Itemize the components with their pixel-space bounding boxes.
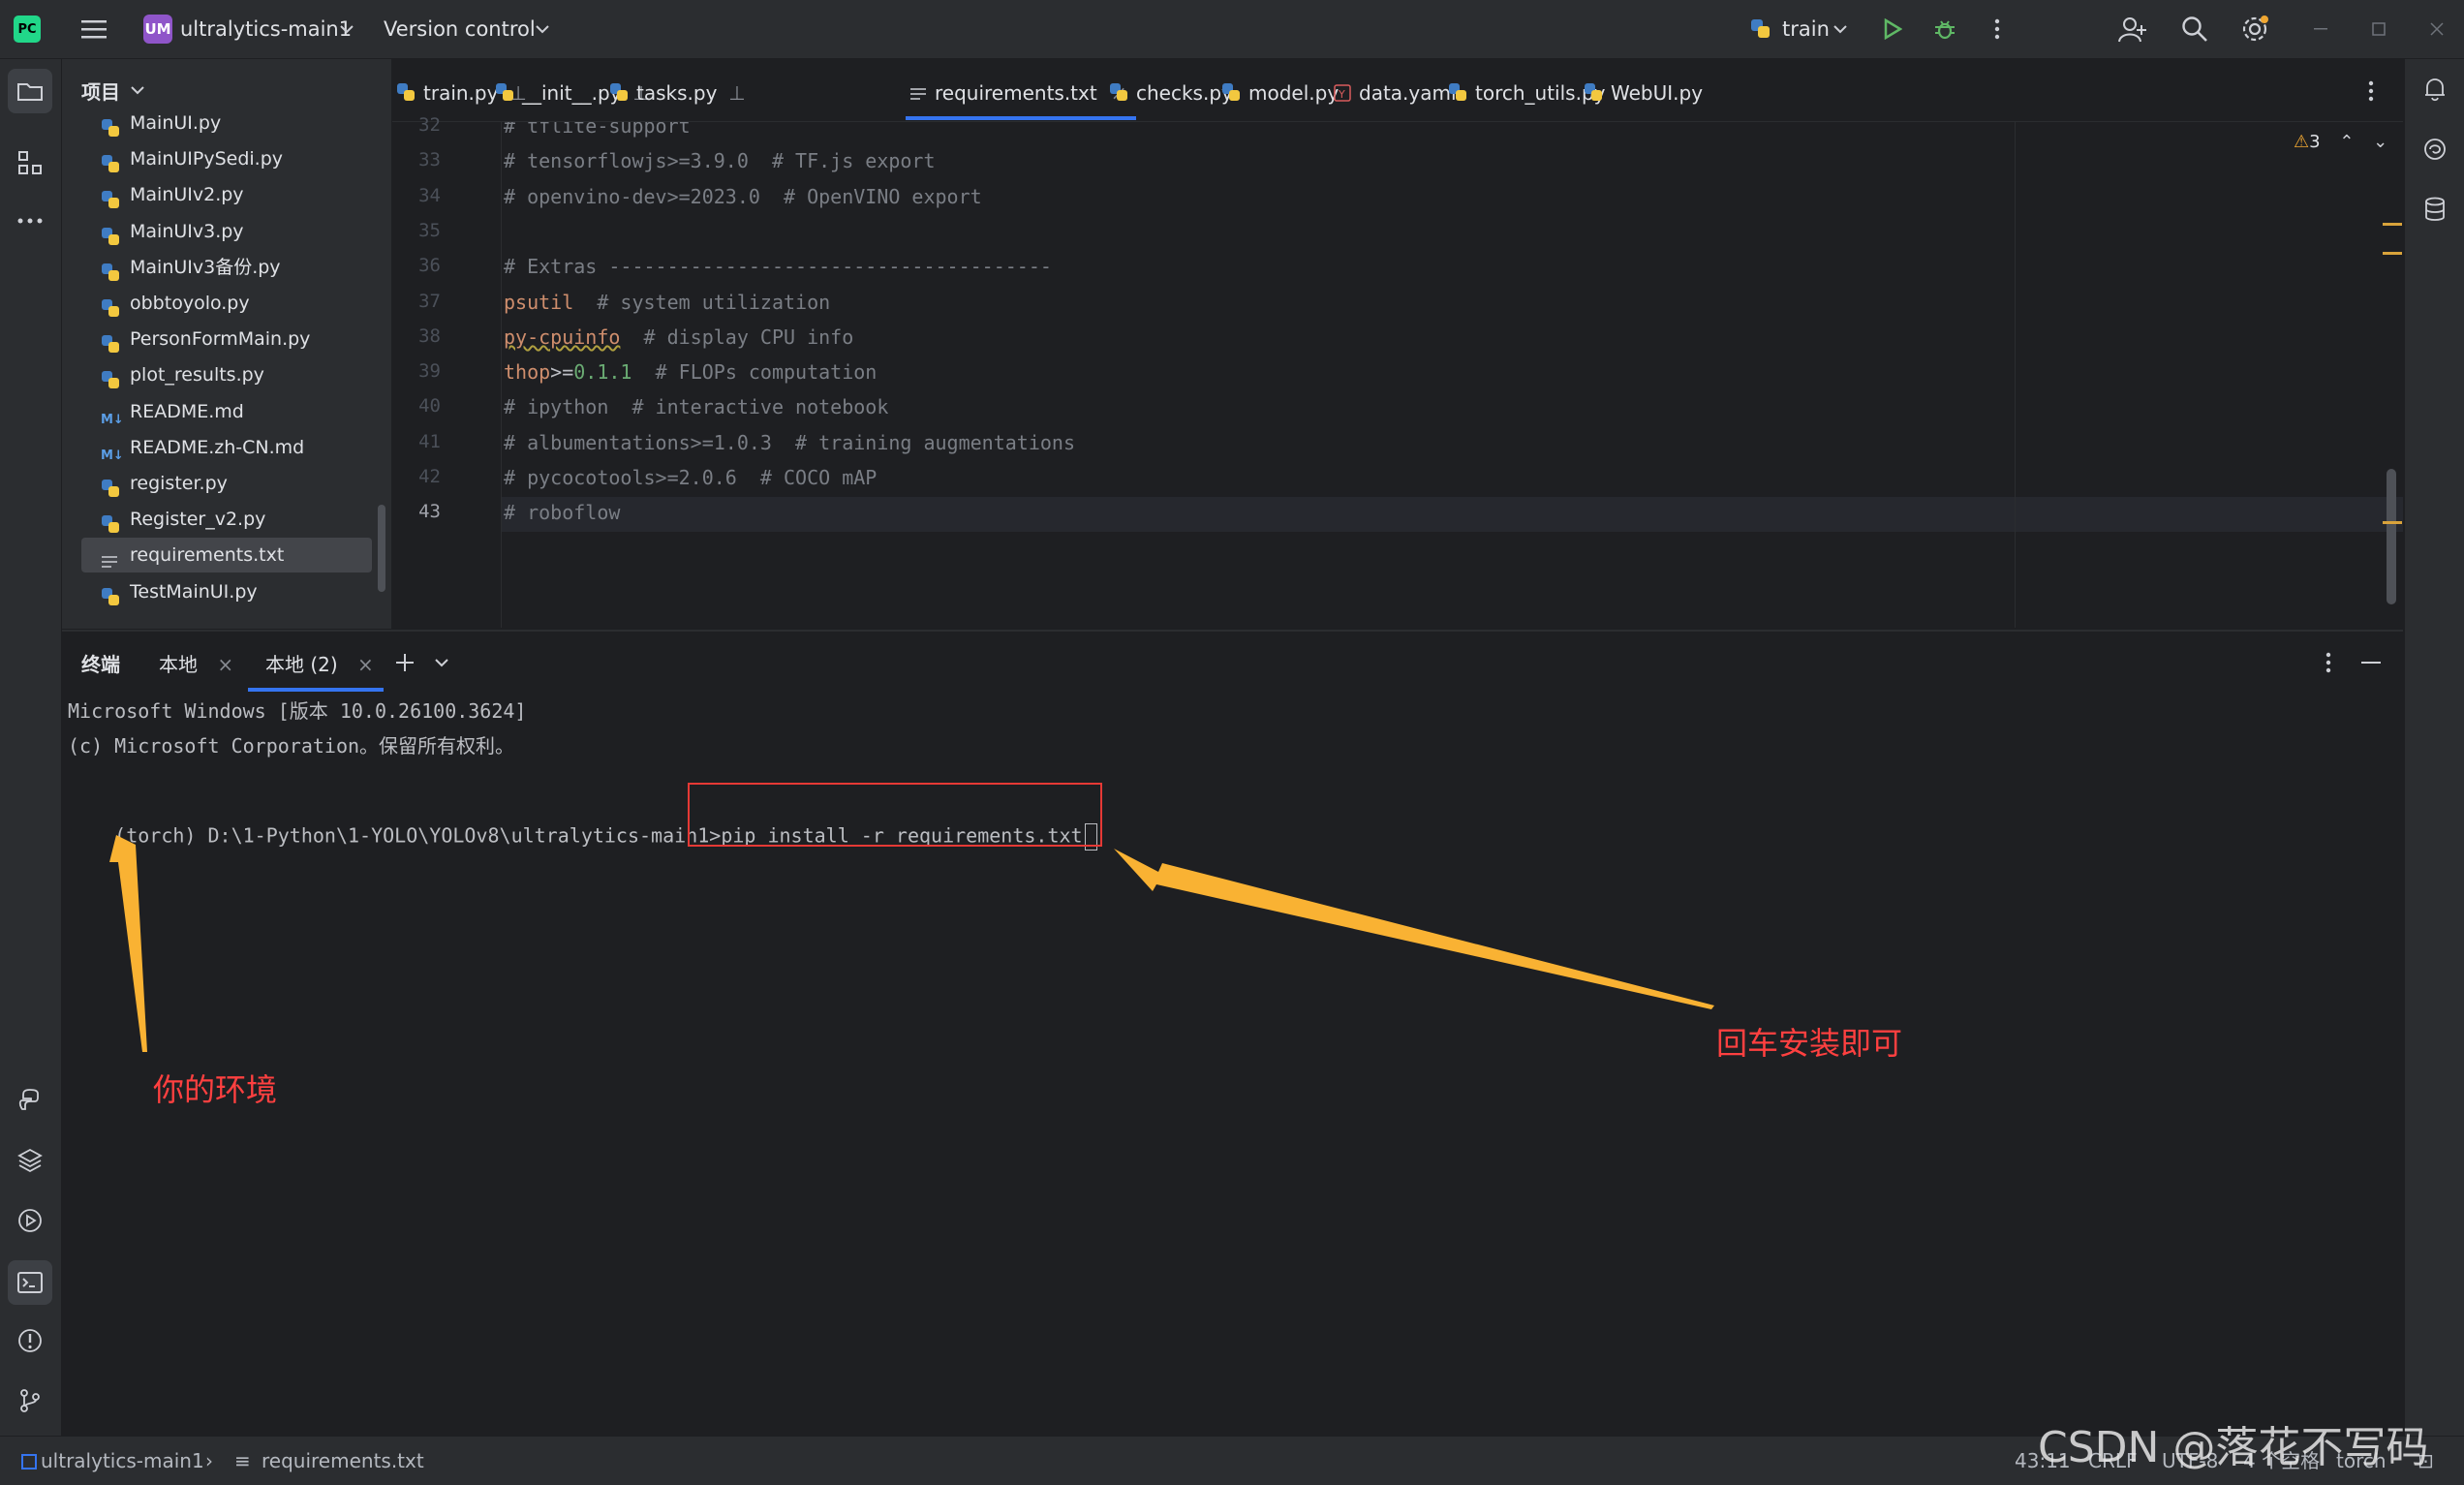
- watermark: CSDN @落花不写码: [2038, 1423, 2429, 1472]
- breadcrumb-separator-icon: ›: [205, 1449, 213, 1472]
- breadcrumb-project[interactable]: ultralytics-main1: [41, 1437, 204, 1485]
- annotation-overlay: [109, 835, 1714, 1052]
- environment-annotation: 你的环境: [153, 1071, 278, 1108]
- module-icon: [21, 1454, 37, 1470]
- arrow-to-command: [1114, 849, 1714, 1009]
- arrow-to-environment: [109, 835, 147, 1052]
- breadcrumb-file[interactable]: requirements.txt: [262, 1437, 424, 1485]
- install-annotation: 回车安装即可: [1716, 1025, 1903, 1062]
- text-file-icon: ≡: [234, 1449, 251, 1472]
